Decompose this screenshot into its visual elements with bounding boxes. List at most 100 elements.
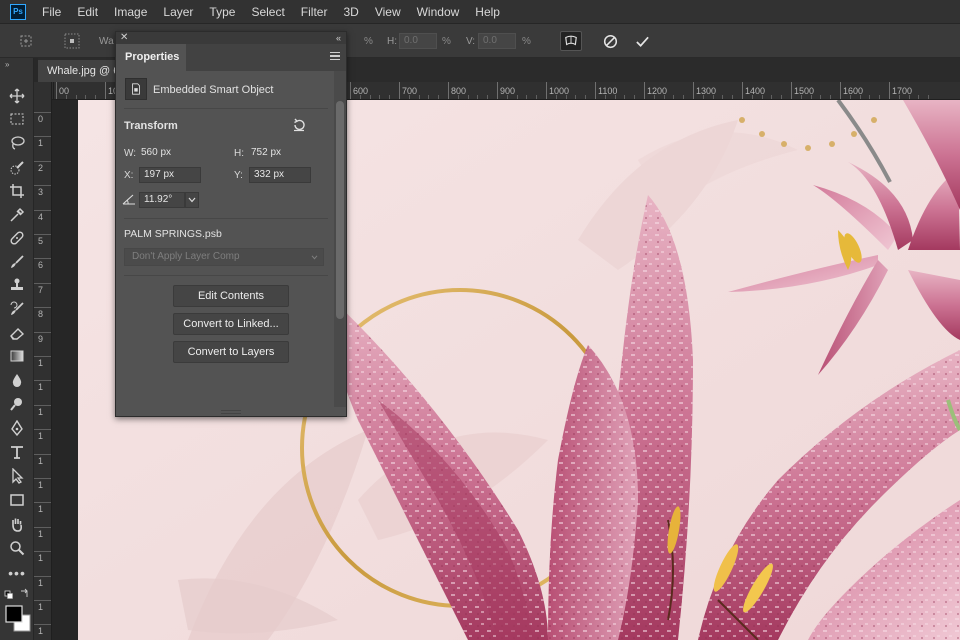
ruler-major-tick <box>34 258 51 260</box>
drop-icon <box>12 374 22 387</box>
panel-scrollbar-thumb[interactable] <box>336 101 344 319</box>
more-tools-icon[interactable]: ••• <box>7 563 27 583</box>
panel-scrollbar[interactable] <box>334 71 346 407</box>
marquee-tool[interactable] <box>7 109 27 129</box>
history-brush-tool[interactable] <box>7 299 27 319</box>
rotation-angle-input[interactable]: 11.92° <box>139 192 185 208</box>
lasso-tool[interactable] <box>7 133 27 153</box>
y-position-input[interactable]: 332 px <box>249 167 311 183</box>
lasso-icon <box>11 136 25 150</box>
ruler-major-tick <box>34 453 51 455</box>
hand-tool[interactable] <box>7 514 27 534</box>
ruler-major-tick <box>791 82 792 99</box>
convert-to-layers-button[interactable]: Convert to Layers <box>173 341 289 363</box>
angle-dropdown-button[interactable] <box>185 192 199 208</box>
menu-select[interactable]: Select <box>243 0 292 24</box>
magnifier-icon <box>10 541 25 556</box>
tab-properties[interactable]: Properties <box>116 44 186 71</box>
commit-transform-button[interactable] <box>631 31 653 51</box>
ruler-minor-tick <box>722 95 724 99</box>
ruler-major-tick <box>350 82 351 99</box>
ruler-major-tick <box>34 478 51 479</box>
layer-comp-select[interactable]: Don't Apply Layer Comp <box>124 248 324 266</box>
ruler-major-tick <box>56 82 57 99</box>
eraser-tool[interactable] <box>7 323 27 343</box>
warp-mode-button[interactable] <box>560 31 582 51</box>
rectangle-icon <box>10 494 24 506</box>
ruler-minor-tick <box>379 95 381 99</box>
zoom-tool[interactable] <box>7 538 27 558</box>
ruler-tick-label: 1 <box>38 528 44 539</box>
ruler-tick-label: 1 <box>38 431 44 442</box>
edit-contents-button[interactable]: Edit Contents <box>173 285 289 307</box>
brush-tool[interactable] <box>7 252 27 272</box>
ruler-tick-label: 1400 <box>745 86 766 96</box>
menu-view[interactable]: View <box>367 0 409 24</box>
ruler-major-tick <box>742 82 743 99</box>
rectangle-tool[interactable] <box>7 490 27 510</box>
h-skew-field[interactable]: 0.0 <box>399 33 437 49</box>
cancel-transform-button[interactable] <box>599 31 621 51</box>
foreground-color-swatch[interactable] <box>5 605 23 623</box>
dodge-tool[interactable] <box>7 394 27 414</box>
ruler-major-tick <box>34 380 51 382</box>
path-selection-tool[interactable] <box>7 466 27 486</box>
vertical-ruler[interactable]: 0 1 2 3 4 5 6 7 8 9 1 1 1 1 1 1 1 1 1 1 1 1 <box>34 82 52 640</box>
ruler-major-tick <box>34 282 51 284</box>
menu-edit[interactable]: Edit <box>69 0 106 24</box>
reference-point-icon[interactable] <box>64 33 80 49</box>
v-skew-field[interactable]: 0.0 <box>478 33 516 49</box>
photoshop-window: Ps File Edit Image Layer Type Select Fil… <box>0 0 960 640</box>
menu-file[interactable]: File <box>36 0 69 24</box>
convert-to-linked-button[interactable]: Convert to Linked... <box>173 313 289 335</box>
menu-help[interactable]: Help <box>467 0 508 24</box>
ruler-major-tick <box>34 234 51 235</box>
clone-stamp-tool[interactable] <box>7 275 27 295</box>
menu-layer[interactable]: Layer <box>155 0 201 24</box>
swap-colors-icon[interactable] <box>21 588 28 597</box>
ruler-major-tick <box>105 82 106 99</box>
ruler-major-tick <box>693 82 694 99</box>
panel-resize-grip[interactable] <box>221 410 241 414</box>
move-tool[interactable] <box>7 86 27 106</box>
x-position-input[interactable]: 197 px <box>139 167 201 183</box>
move-icon <box>9 88 25 104</box>
close-icon[interactable]: ✕ <box>120 32 128 44</box>
menu-3d[interactable]: 3D <box>335 0 366 24</box>
ruler-tick-label: 700 <box>402 86 418 96</box>
gradient-tool[interactable] <box>7 346 27 366</box>
toolbar-collapse-icon[interactable]: » <box>5 60 9 69</box>
menu-filter[interactable]: Filter <box>293 0 336 24</box>
ruler-tick-label: 1 <box>38 480 44 490</box>
type-tool[interactable] <box>7 442 27 462</box>
ruler-major-tick <box>399 82 400 99</box>
marquee-icon <box>10 113 24 125</box>
blur-tool[interactable] <box>7 370 27 390</box>
quick-selection-tool[interactable] <box>7 158 27 178</box>
move-transform-icon[interactable] <box>18 33 34 49</box>
panel-title-strip[interactable]: ✕ « <box>116 32 346 44</box>
pen-tool[interactable] <box>7 418 27 438</box>
ruler-tick-label: 1 <box>38 358 44 368</box>
panel-menu-icon[interactable] <box>330 52 340 60</box>
ruler-minor-tick <box>516 95 518 99</box>
default-colors-icon[interactable] <box>4 590 13 599</box>
menu-type[interactable]: Type <box>201 0 243 24</box>
eraser-icon <box>10 328 25 340</box>
menu-window[interactable]: Window <box>409 0 468 24</box>
ruler-tick-label: 9 <box>38 333 44 344</box>
document-tab-whale[interactable]: Whale.jpg @ 6 <box>38 60 118 82</box>
crop-tool[interactable] <box>7 181 27 201</box>
ruler-tick-label: 1 <box>38 382 44 393</box>
ruler-minor-tick <box>526 95 528 99</box>
chevron-down-icon <box>188 197 196 203</box>
eyedropper-tool[interactable] <box>7 205 27 225</box>
collapse-panel-icon[interactable]: « <box>336 32 341 44</box>
cancel-icon <box>603 34 617 48</box>
ruler-minor-tick <box>75 95 77 99</box>
ruler-minor-tick <box>85 95 87 99</box>
healing-brush-tool[interactable] <box>7 228 27 248</box>
menu-image[interactable]: Image <box>106 0 155 24</box>
reset-transform-icon[interactable] <box>292 118 306 132</box>
ruler-major-tick <box>840 82 841 99</box>
